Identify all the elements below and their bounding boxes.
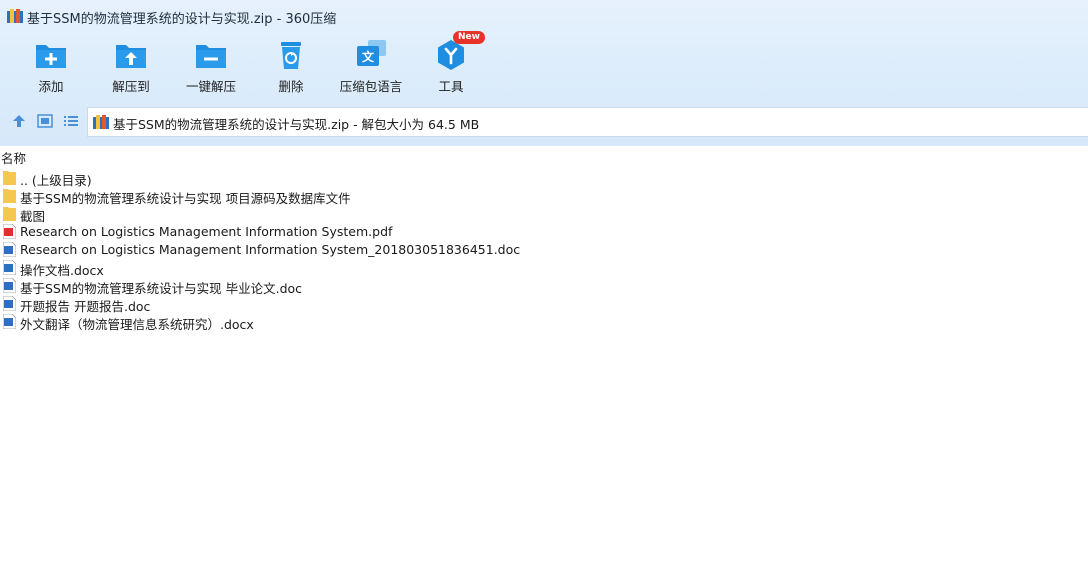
window-title: 基于SSM的物流管理系统的设计与实现.zip - 360压缩 <box>27 12 337 27</box>
word-doc-icon <box>3 242 16 257</box>
word-doc-icon <box>3 296 16 311</box>
file-list: .. (上级目录) 基于SSM的物流管理系统设计与实现 项目源码及数据库文件 截… <box>0 169 1088 332</box>
list-item[interactable]: 操作文档.docx <box>0 259 1088 278</box>
delete-button[interactable]: 删除 <box>251 38 331 98</box>
delete-label: 删除 <box>278 79 304 94</box>
word-doc-icon <box>3 260 16 275</box>
list-item-parent-folder[interactable]: .. (上级目录) <box>0 169 1088 188</box>
path-bar[interactable]: 基于SSM的物流管理系统的设计与实现.zip - 解包大小为 64.5 MB <box>87 107 1088 137</box>
list-view-icon[interactable] <box>62 112 80 130</box>
up-arrow-icon[interactable] <box>10 112 28 130</box>
folder-icon <box>3 171 16 185</box>
file-name: 外文翻译（物流管理信息系统研究）.docx <box>20 317 254 332</box>
path-text: 基于SSM的物流管理系统的设计与实现.zip - 解包大小为 64.5 MB <box>113 117 480 132</box>
list-item[interactable]: 截图 <box>0 205 1088 224</box>
extract-to-icon <box>116 45 146 68</box>
app-window: 基于SSM的物流管理系统的设计与实现.zip - 360压缩 添加 解压到 一键… <box>0 0 1088 575</box>
tools-button[interactable]: 工具 <box>411 38 491 98</box>
file-name: Research on Logistics Management Informa… <box>20 242 521 257</box>
word-doc-icon <box>3 278 16 293</box>
one-click-extract-icon <box>196 45 226 68</box>
delete-icon <box>281 42 301 69</box>
thumbnail-view-icon[interactable] <box>36 112 54 130</box>
folder-icon <box>3 207 16 221</box>
folder-icon <box>3 189 16 203</box>
add-icon <box>36 45 66 68</box>
file-name: Research on Logistics Management Informa… <box>20 224 393 239</box>
title-bar: 基于SSM的物流管理系统的设计与实现.zip - 360压缩 <box>0 0 1088 34</box>
new-badge: New <box>453 31 485 44</box>
archive-language-icon: 文 <box>357 40 386 66</box>
list-item[interactable]: 开题报告 开题报告.doc <box>0 295 1088 314</box>
tools-label: 工具 <box>438 79 464 94</box>
one-click-extract-button[interactable]: 一键解压 <box>171 38 251 98</box>
list-item[interactable]: Research on Logistics Management Informa… <box>0 223 1088 241</box>
list-item[interactable]: 外文翻译（物流管理信息系统研究）.docx <box>0 313 1088 332</box>
add-label: 添加 <box>38 79 64 94</box>
column-name-header[interactable]: 名称 <box>1 148 26 167</box>
list-item[interactable]: 基于SSM的物流管理系统设计与实现 毕业论文.doc <box>0 277 1088 296</box>
add-button[interactable]: 添加 <box>11 38 91 98</box>
list-item[interactable]: 基于SSM的物流管理系统设计与实现 项目源码及数据库文件 <box>0 187 1088 206</box>
archive-file-icon <box>93 115 109 129</box>
archive-app-icon <box>7 9 23 23</box>
archive-language-button[interactable]: 文 压缩包语言 <box>331 38 411 98</box>
column-header: 名称 <box>0 146 1088 166</box>
extract-to-label: 解压到 <box>112 79 150 94</box>
list-item[interactable]: Research on Logistics Management Informa… <box>0 241 1088 259</box>
one-click-extract-label: 一键解压 <box>185 79 236 94</box>
word-doc-icon <box>3 314 16 329</box>
archive-language-label: 压缩包语言 <box>339 79 403 94</box>
pdf-file-icon <box>3 224 16 239</box>
extract-to-button[interactable]: 解压到 <box>91 38 171 98</box>
svg-text:文: 文 <box>362 49 375 64</box>
top-chrome: 基于SSM的物流管理系统的设计与实现.zip - 360压缩 添加 解压到 一键… <box>0 0 1088 146</box>
